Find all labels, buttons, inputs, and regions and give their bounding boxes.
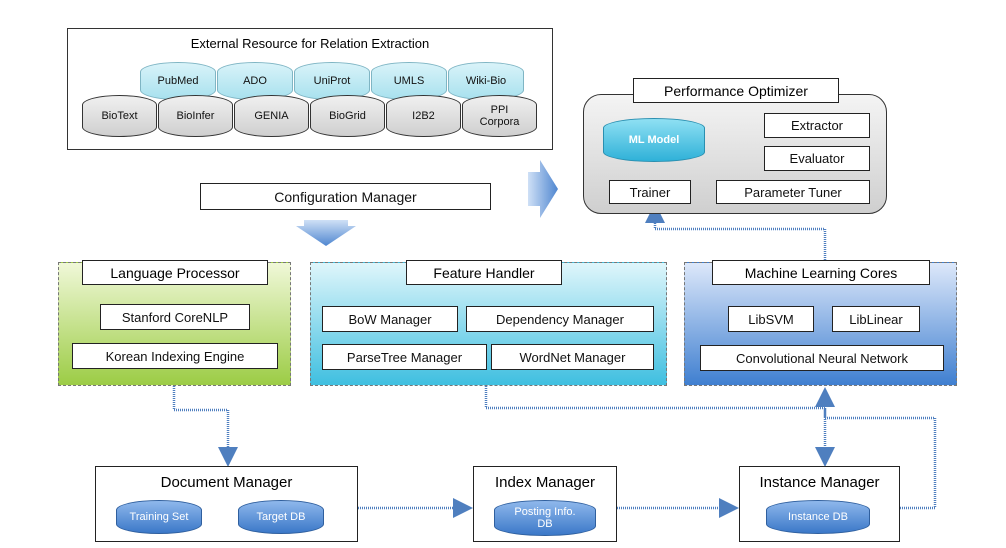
- bow-manager-box: BoW Manager: [322, 306, 458, 332]
- ml-cores-title: Machine Learning Cores: [712, 260, 930, 285]
- db-pubmed: PubMed: [140, 62, 216, 100]
- db-biogrid: BioGrid: [310, 95, 385, 137]
- connector-feature-to-instance: [484, 386, 835, 467]
- libsvm-box: LibSVM: [728, 306, 814, 332]
- target-db: Target DB: [238, 500, 324, 534]
- db-wiki-bio: Wiki-Bio: [448, 62, 524, 100]
- db-genia: GENIA: [234, 95, 309, 137]
- connector-lp-to-document: [172, 386, 238, 467]
- instance-manager-title: Instance Manager: [759, 474, 880, 491]
- posting-info-db: Posting Info. DB: [494, 500, 596, 536]
- training-set-db: Training Set: [116, 500, 202, 534]
- wordnet-manager-box: WordNet Manager: [491, 344, 654, 370]
- stanford-corenlp-box: Stanford CoreNLP: [100, 304, 250, 330]
- big-right-arrow: [528, 160, 558, 218]
- db-umls: UMLS: [371, 62, 447, 100]
- cnn-box: Convolutional Neural Network: [700, 345, 944, 371]
- db-ppi-corpora: PPI Corpora: [462, 95, 537, 137]
- ml-model-db: ML Model: [603, 118, 705, 162]
- liblinear-box: LibLinear: [832, 306, 920, 332]
- korean-indexing-engine-box: Korean Indexing Engine: [72, 343, 278, 369]
- trainer-box: Trainer: [609, 180, 691, 204]
- parameter-tuner-box: Parameter Tuner: [716, 180, 870, 204]
- db-ado: ADO: [217, 62, 293, 100]
- connector-mlcores-to-trainer: [645, 203, 827, 260]
- evaluator-box: Evaluator: [764, 146, 870, 171]
- architecture-diagram: External Resource for Relation Extractio…: [0, 0, 1006, 548]
- extractor-box: Extractor: [764, 113, 870, 138]
- performance-optimizer-title: Performance Optimizer: [633, 78, 839, 103]
- configuration-manager-box: Configuration Manager: [200, 183, 491, 210]
- db-biotext: BioText: [82, 95, 157, 137]
- dependency-manager-box: Dependency Manager: [466, 306, 654, 332]
- document-manager-title: Document Manager: [160, 474, 293, 491]
- db-bioinfer: BioInfer: [158, 95, 233, 137]
- feature-handler-title: Feature Handler: [406, 260, 562, 285]
- db-i2b2: I2B2: [386, 95, 461, 137]
- big-down-arrow: [296, 220, 356, 246]
- external-resources-title: External Resource for Relation Extractio…: [190, 36, 430, 51]
- index-manager-title: Index Manager: [494, 474, 596, 491]
- language-processor-title: Language Processor: [82, 260, 268, 285]
- parsetree-manager-box: ParseTree Manager: [322, 344, 487, 370]
- instance-db: Instance DB: [766, 500, 870, 534]
- db-uniprot: UniProt: [294, 62, 370, 100]
